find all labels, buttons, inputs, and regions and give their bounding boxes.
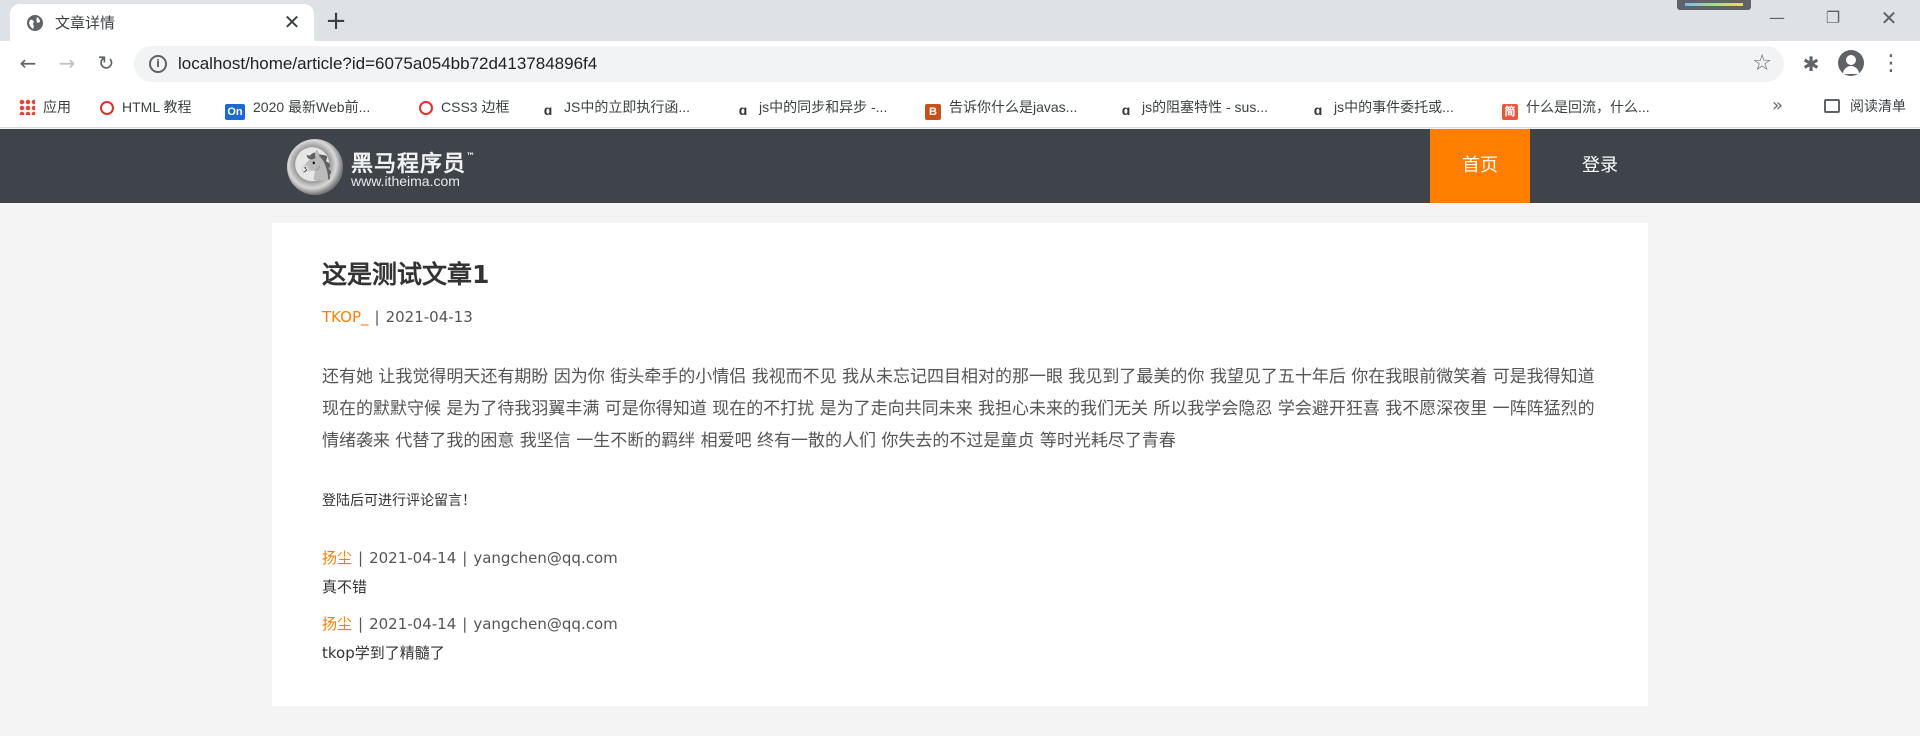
comment-email: yangchen@qq.com bbox=[473, 615, 618, 633]
new-tab-icon[interactable]: + bbox=[322, 8, 350, 36]
bookmark-b-icon: B bbox=[925, 104, 941, 120]
more-bookmarks-icon[interactable]: » bbox=[1772, 95, 1783, 116]
site-info-icon[interactable]: i bbox=[149, 55, 167, 73]
comment-meta: 扬尘 | 2021-04-14 | yangchen@qq.com bbox=[322, 548, 1598, 568]
bookmark-reflow[interactable]: 简什么是回流，什么... bbox=[1502, 97, 1650, 120]
bookmark-star-icon[interactable]: ☆ bbox=[1752, 51, 1772, 76]
article-title: 这是测试文章1 bbox=[322, 260, 490, 289]
comment-user[interactable]: 扬尘 bbox=[322, 549, 352, 567]
bookmark-web-frontend[interactable]: On 2020 最新Web前... bbox=[225, 97, 370, 120]
bookmark-js-event-delegation[interactable]: ɑ js中的事件委托或... bbox=[1310, 97, 1454, 118]
bookmark-what-is-javascript[interactable]: B 告诉你什么是javas... bbox=[925, 97, 1077, 120]
article-author[interactable]: TKOP_ bbox=[322, 308, 369, 326]
nav-home-link[interactable]: 首页 bbox=[1430, 129, 1530, 203]
browser-toolbar: ← → ↻ i localhost/home/article?id=6075a0… bbox=[0, 41, 1920, 86]
meta-separator: | bbox=[374, 308, 380, 326]
bookmark-html-tutorial[interactable]: HTML 教程 bbox=[100, 97, 191, 117]
comment-text: tkop学到了精髓了 bbox=[322, 644, 445, 662]
browser-tab[interactable]: 文章详情 ✕ bbox=[10, 4, 314, 41]
tab-title: 文章详情 bbox=[55, 14, 116, 32]
forward-icon[interactable]: → bbox=[53, 49, 81, 77]
csdn-icon: ɑ bbox=[1121, 102, 1131, 118]
apps-grid-icon bbox=[19, 99, 35, 115]
bookmark-js-iife[interactable]: ɑ JS中的立即执行函... bbox=[540, 97, 690, 118]
window-extension-indicator bbox=[1677, 0, 1751, 10]
csdn-icon: ɑ bbox=[738, 102, 748, 118]
extensions-puzzle-icon[interactable]: ✱ bbox=[1797, 50, 1825, 78]
bookmark-apps[interactable]: 应用 bbox=[19, 97, 71, 117]
comment-text: 真不错 bbox=[322, 578, 368, 596]
bookmark-js-blocking[interactable]: ɑ js的阻塞特性 - sus... bbox=[1118, 97, 1268, 118]
url-text[interactable]: localhost/home/article?id=6075a054bb72d4… bbox=[178, 54, 597, 74]
profile-avatar-icon[interactable] bbox=[1838, 50, 1864, 76]
browser-tabbar: 文章详情 ✕ + — ❐ ✕ bbox=[0, 0, 1920, 41]
address-bar[interactable]: i localhost/home/article?id=6075a054bb72… bbox=[134, 46, 1784, 82]
close-tab-icon[interactable]: ✕ bbox=[280, 10, 304, 34]
comment-meta: 扬尘 | 2021-04-14 | yangchen@qq.com bbox=[322, 614, 1598, 634]
meta-separator: | bbox=[358, 615, 364, 633]
csdn-icon: ɑ bbox=[543, 102, 553, 118]
minimize-icon[interactable]: — bbox=[1765, 6, 1789, 30]
comment-item: 扬尘 | 2021-04-14 | yangchen@qq.com 真不错 bbox=[322, 548, 1598, 597]
article-meta: TKOP_ | 2021-04-13 bbox=[322, 307, 473, 327]
runoob-icon bbox=[100, 101, 114, 115]
comment-user[interactable]: 扬尘 bbox=[322, 615, 352, 633]
bookmarks-bar: 应用 HTML 教程 On 2020 最新Web前... CSS3 边框 ɑ JS中… bbox=[0, 86, 1920, 128]
reading-list-icon bbox=[1824, 99, 1840, 113]
reload-icon[interactable]: ↻ bbox=[92, 49, 120, 77]
site-header: 黑马程序员™ www.itheima.com 首页 登录 bbox=[0, 129, 1920, 203]
reading-list[interactable]: 阅读清单 bbox=[1824, 97, 1906, 117]
runoob-icon bbox=[419, 101, 433, 115]
comment-item: 扬尘 | 2021-04-14 | yangchen@qq.com tkop学到了精髓了 bbox=[322, 614, 1598, 663]
restore-icon[interactable]: ❐ bbox=[1821, 6, 1845, 30]
horse-logo-icon bbox=[287, 139, 343, 195]
logo-subtext: www.itheima.com bbox=[351, 173, 460, 189]
menu-dots-icon[interactable]: ⋮ bbox=[1877, 50, 1905, 78]
login-to-comment-tip: 登陆后可进行评论留言！ bbox=[322, 493, 476, 509]
article-card: 这是测试文章1 TKOP_ | 2021-04-13 还有她 让我觉得明天还有期盼 … bbox=[272, 223, 1648, 706]
comment-date: 2021-04-14 bbox=[369, 615, 457, 633]
jianshu-icon: 简 bbox=[1502, 104, 1518, 120]
meta-separator: | bbox=[462, 615, 468, 633]
comment-date: 2021-04-14 bbox=[369, 549, 457, 567]
bookmark-js-sync-async[interactable]: ɑ js中的同步和异步 -... bbox=[735, 97, 888, 118]
csdn-icon: ɑ bbox=[1313, 102, 1323, 118]
meta-separator: | bbox=[358, 549, 364, 567]
globe-icon bbox=[27, 15, 43, 31]
site-logo[interactable]: 黑马程序员™ www.itheima.com bbox=[287, 137, 487, 195]
on-icon: On bbox=[225, 104, 245, 120]
bookmark-css3-border[interactable]: CSS3 边框 bbox=[419, 97, 509, 117]
article-date: 2021-04-13 bbox=[385, 308, 473, 326]
close-window-icon[interactable]: ✕ bbox=[1877, 6, 1901, 30]
article-content: 还有她 让我觉得明天还有期盼 因为你 街头牵手的小情侣 我视而不见 我从未忘记四… bbox=[322, 367, 1595, 451]
comment-email: yangchen@qq.com bbox=[473, 549, 618, 567]
meta-separator: | bbox=[462, 549, 468, 567]
nav-login-link[interactable]: 登录 bbox=[1550, 129, 1650, 203]
back-icon[interactable]: ← bbox=[14, 49, 42, 77]
